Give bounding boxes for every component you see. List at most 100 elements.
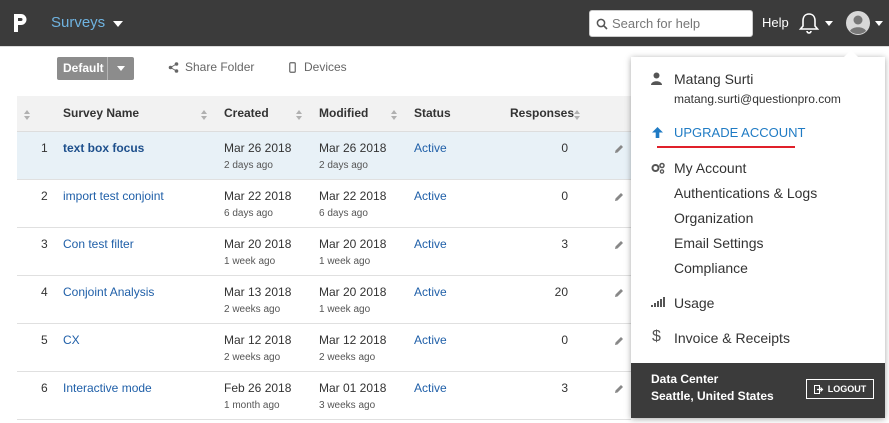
created-date: Mar 26 2018 [224,141,292,155]
pencil-icon[interactable] [614,144,624,154]
user-email: matang.surti@questionpro.com [674,92,841,106]
table-row[interactable]: 1 text box focus Mar 26 2018 2 days ago Mar … [17,132,631,180]
upgrade-account-link[interactable]: UPGRADE ACCOUNT [674,125,805,140]
pencil-icon[interactable] [614,192,624,202]
organization-link[interactable]: Organization [674,210,753,226]
data-center-label: Data Center [651,372,719,386]
created-ago: 1 month ago [224,400,280,411]
column-header-survey-name[interactable]: Survey Name [63,106,139,120]
pencil-icon[interactable] [614,384,624,394]
survey-name-link[interactable]: Con test filter [63,237,134,251]
dollar-icon: $ [652,328,661,345]
chevron-down-icon[interactable] [108,57,134,80]
modified-ago: 3 weeks ago [319,400,376,411]
table-body: 1 text box focus Mar 26 2018 2 days ago Mar … [17,132,631,420]
usage-link[interactable]: Usage [674,295,714,311]
email-settings-link[interactable]: Email Settings [674,235,763,251]
table-row[interactable]: 6 Interactive mode Feb 26 2018 1 month ago M… [17,372,631,420]
my-account-link[interactable]: My Account [674,160,746,176]
top-navigation-bar: Surveys Help [0,0,889,47]
response-count: 3 [561,381,568,395]
data-center-location: Seattle, United States [651,389,774,403]
response-count: 0 [561,333,568,347]
logout-label: LOGOUT [827,384,867,394]
row-number: 3 [41,237,48,251]
table-row[interactable]: 2 import test conjoint Mar 22 2018 6 days a… [17,180,631,228]
survey-name-link[interactable]: Conjoint Analysis [63,285,154,299]
help-link[interactable]: Help [762,15,789,30]
share-folder-label: Share Folder [185,60,255,74]
survey-name-link[interactable]: CX [63,333,80,347]
search-input[interactable] [612,16,752,31]
column-header-modified[interactable]: Modified [319,106,368,120]
created-ago: 2 weeks ago [224,352,281,363]
folder-dropdown[interactable]: Default [57,57,134,80]
chevron-down-icon [825,20,833,26]
survey-table: Survey Name Created Modified Status Resp… [17,96,631,132]
row-number: 5 [41,333,48,347]
modified-date: Mar 12 2018 [319,333,387,347]
share-folder-button[interactable]: Share Folder [168,60,254,74]
chevron-down-icon [875,20,883,26]
surveys-menu-label: Surveys [51,14,106,31]
chevron-down-icon [113,20,124,27]
sort-icon[interactable] [201,110,208,120]
upgrade-underline [657,146,795,148]
mobile-device-icon [289,61,296,73]
sort-icon[interactable] [574,110,581,120]
status-link[interactable]: Active [414,333,447,347]
modified-date: Mar 01 2018 [319,381,387,395]
created-date: Feb 26 2018 [224,381,292,395]
status-link[interactable]: Active [414,285,447,299]
surveys-menu[interactable]: Surveys [51,14,124,31]
created-ago: 1 week ago [224,256,276,267]
modified-ago: 6 days ago [319,208,368,219]
modified-date: Mar 22 2018 [319,189,387,203]
table-header: Survey Name Created Modified Status Resp… [17,96,631,132]
table-row[interactable]: 4 Conjoint Analysis Mar 13 2018 2 weeks ago… [17,276,631,324]
survey-name-link[interactable]: Interactive mode [63,381,152,395]
devices-button[interactable]: Devices [289,60,347,74]
pencil-icon[interactable] [614,336,624,346]
column-header-created[interactable]: Created [224,106,269,120]
search-icon [596,18,608,30]
modified-ago: 1 week ago [319,256,371,267]
sort-icon[interactable] [391,110,398,120]
compliance-link[interactable]: Compliance [674,260,748,276]
survey-name-link[interactable]: text box focus [63,141,144,155]
gears-icon [651,162,665,174]
notifications-button[interactable] [797,11,833,35]
column-header-responses[interactable]: Responses [510,106,574,120]
sort-icon[interactable] [24,110,31,120]
devices-label: Devices [304,60,347,74]
signal-bars-icon [651,297,665,307]
search-box[interactable] [589,10,753,37]
modified-ago: 1 week ago [319,304,371,315]
authentications-logs-link[interactable]: Authentications & Logs [674,185,817,201]
avatar-icon [846,11,870,35]
pencil-icon[interactable] [614,240,624,250]
user-account-button[interactable] [845,10,883,36]
sort-icon[interactable] [296,110,303,120]
questionpro-logo[interactable] [12,12,28,34]
row-number: 6 [41,381,48,395]
row-number: 1 [41,141,48,155]
table-row[interactable]: 5 CX Mar 12 2018 2 weeks ago Mar 12 2018 2 we… [17,324,631,372]
table-row[interactable]: 3 Con test filter Mar 20 2018 1 week ago Mar… [17,228,631,276]
invoice-receipts-link[interactable]: Invoice & Receipts [674,330,790,346]
user-icon [651,72,662,85]
column-header-status[interactable]: Status [414,106,451,120]
status-link[interactable]: Active [414,189,447,203]
status-link[interactable]: Active [414,237,447,251]
status-link[interactable]: Active [414,141,447,155]
logout-button[interactable]: LOGOUT [806,379,874,399]
survey-name-link[interactable]: import test conjoint [63,189,164,203]
user-name: Matang Surti [674,71,754,87]
response-count: 20 [554,285,568,299]
pencil-icon[interactable] [614,288,624,298]
logout-icon [813,384,824,394]
bell-icon [798,13,820,34]
row-number: 4 [41,285,48,299]
modified-date: Mar 20 2018 [319,237,387,251]
status-link[interactable]: Active [414,381,447,395]
